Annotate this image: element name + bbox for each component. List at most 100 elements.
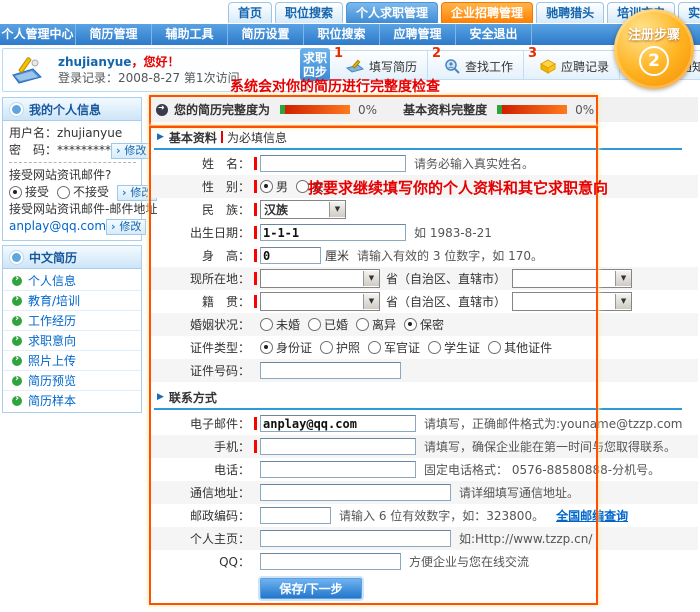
field-hint: 请填写，确保企业能在第一时间与您取得联系。 — [424, 438, 676, 455]
field-hint: 方便企业与您在线交流 — [409, 553, 529, 570]
field-label: 证件类型： — [148, 339, 250, 356]
notepad-pencil-icon — [11, 55, 45, 85]
resume-progress-row: 您的简历完整度为 0% 基本资料完整度 0% — [148, 97, 698, 122]
sidebar-item-personal-info[interactable]: 个人信息 — [3, 271, 141, 291]
required-marker — [254, 157, 257, 170]
radio-decline-mail[interactable] — [57, 186, 70, 199]
green-arrow-icon — [12, 316, 22, 326]
decline-label: 不接受 — [73, 184, 109, 201]
field-hint: 请输入 6 位有效数字，如：323800。 — [339, 507, 544, 524]
apply-record-icon — [540, 59, 556, 74]
progress-bar-basic — [497, 105, 567, 114]
height-input[interactable] — [260, 247, 321, 264]
location-city-select[interactable]: ▼ — [512, 269, 632, 288]
step-number: 3 — [528, 46, 537, 61]
row-birthdate: 出生日期： 如 1983-8-21 — [148, 221, 698, 244]
marriage-single-radio[interactable] — [260, 318, 273, 331]
progress-label-resume: 您的简历完整度为 — [174, 101, 270, 118]
height-unit: 厘米 — [325, 247, 349, 264]
panel-title: 中文简历 — [29, 249, 77, 266]
idtype-other-radio[interactable] — [488, 341, 501, 354]
annotation-fill-instruction: 按要求继续填写你的个人资料和其它求职意向 — [308, 177, 608, 198]
nav-apply-management[interactable]: 应聘管理 — [380, 24, 456, 45]
nav-tools[interactable]: 辅助工具 — [152, 24, 228, 45]
nation-select[interactable]: 汉族 ▼ — [260, 200, 346, 219]
field-hint: 请填写，正确邮件格式为:youname@tzzp.com — [424, 415, 683, 432]
field-label: QQ： — [148, 553, 250, 570]
id-number-input[interactable] — [260, 362, 401, 379]
row-nation: 民 族： 汉族 ▼ — [148, 198, 698, 221]
tab-job-search[interactable]: 职位搜索 — [275, 2, 343, 23]
step-number: 1 — [334, 46, 343, 61]
nav-resume-management[interactable]: 简历管理 — [76, 24, 152, 45]
field-label: 电话： — [148, 461, 250, 478]
tab-home[interactable]: 首页 — [228, 2, 272, 23]
tab-headhunt[interactable]: 驰聘猎头 — [536, 2, 604, 23]
step-apply-records[interactable]: 3 应聘记录 — [524, 50, 620, 80]
sidebar-item-education[interactable]: 教育/培训 — [3, 291, 141, 311]
zipcode-lookup-link[interactable]: 全国邮编查询 — [556, 507, 628, 524]
field-hint: 固定电话格式： 0576-88580888-分机号。 — [424, 461, 660, 478]
idtype-passport-radio[interactable] — [320, 341, 333, 354]
required-marker — [254, 249, 257, 262]
marriage-divorced-radio[interactable] — [356, 318, 369, 331]
row-id-type: 证件类型： 身份证 护照 军官证 学生证 其他证件 — [148, 336, 698, 359]
email-input[interactable] — [260, 415, 416, 432]
progress-label-basic: 基本资料完整度 — [403, 101, 487, 118]
phone-input[interactable] — [260, 461, 416, 478]
password-mask: ********* — [57, 142, 111, 159]
dropdown-arrow-icon: ▼ — [329, 202, 345, 217]
homepage-input[interactable] — [260, 530, 451, 547]
qq-input[interactable] — [260, 553, 401, 570]
nav-logout[interactable]: 安全退出 — [456, 24, 532, 45]
sidebar-item-work-history[interactable]: 工作经历 — [3, 311, 141, 331]
row-height: 身 高： 厘米 请输入有效的 3 位数字，如 170。 — [148, 244, 698, 267]
sidebar-item-resume-sample[interactable]: 简历样本 — [3, 391, 141, 410]
nav-resume-settings[interactable]: 简历设置 — [228, 24, 304, 45]
dropdown-arrow-icon: ▼ — [363, 294, 379, 309]
row-mobile: 手机： 请填写，确保企业能在第一时间与您取得联系。 — [148, 435, 698, 458]
modify-password-button[interactable]: 修改 — [111, 143, 151, 159]
row-address: 通信地址： 请详细填写通信地址。 — [148, 481, 698, 504]
tab-personal-job-management[interactable]: 个人求职管理 — [346, 2, 438, 23]
hometown-province-select[interactable]: ▼ — [260, 292, 380, 311]
step-number: 2 — [432, 46, 441, 61]
green-arrow-icon — [12, 296, 22, 306]
idtype-student-radio[interactable] — [428, 341, 441, 354]
field-label: 婚姻状况： — [148, 316, 250, 333]
hometown-city-select[interactable]: ▼ — [512, 292, 632, 311]
save-next-button[interactable]: 保存/下一步 — [260, 578, 362, 599]
nav-personal-center[interactable]: 个人管理中心 — [0, 24, 76, 45]
green-arrow-icon — [12, 376, 22, 386]
tab-enterprise-recruit[interactable]: 企业招聘管理 — [441, 2, 533, 23]
name-input[interactable] — [260, 155, 406, 172]
password-label: 密 码： — [9, 142, 57, 159]
required-marker — [254, 440, 257, 453]
field-label: 民 族： — [148, 201, 250, 218]
write-resume-icon — [346, 59, 364, 73]
step-find-job[interactable]: 2 查找工作 — [428, 50, 524, 80]
marriage-married-radio[interactable] — [308, 318, 321, 331]
gender-male-radio[interactable] — [260, 180, 273, 193]
modify-email-button[interactable]: 修改 — [106, 219, 146, 235]
sidebar-item-resume-preview[interactable]: 简历预览 — [3, 371, 141, 391]
idtype-idcard-radio[interactable] — [260, 341, 273, 354]
location-province-select[interactable]: ▼ — [260, 269, 380, 288]
panel-title: 我的个人信息 — [29, 101, 101, 118]
sidebar-item-job-intention[interactable]: 求职意向 — [3, 331, 141, 351]
step-label: 填写简历 — [369, 58, 417, 75]
idtype-military-radio[interactable] — [368, 341, 381, 354]
mobile-input[interactable] — [260, 438, 416, 455]
login-record-value: 2008-8-27 第1次访问 — [118, 71, 240, 85]
marriage-secret-radio[interactable] — [404, 318, 417, 331]
sidebar-item-photo-upload[interactable]: 照片上传 — [3, 351, 141, 371]
nav-job-search[interactable]: 职位搜索 — [304, 24, 380, 45]
row-homepage: 个人主页： 如:Http://www.tzzp.cn/ — [148, 527, 698, 550]
dropdown-arrow-icon: ▼ — [615, 271, 631, 286]
address-input[interactable] — [260, 484, 451, 501]
accept-label: 接受 — [25, 184, 49, 201]
birthdate-input[interactable] — [260, 224, 406, 241]
step-label: 应聘记录 — [561, 58, 609, 75]
zipcode-input[interactable] — [260, 507, 331, 524]
radio-accept-mail[interactable] — [9, 186, 22, 199]
